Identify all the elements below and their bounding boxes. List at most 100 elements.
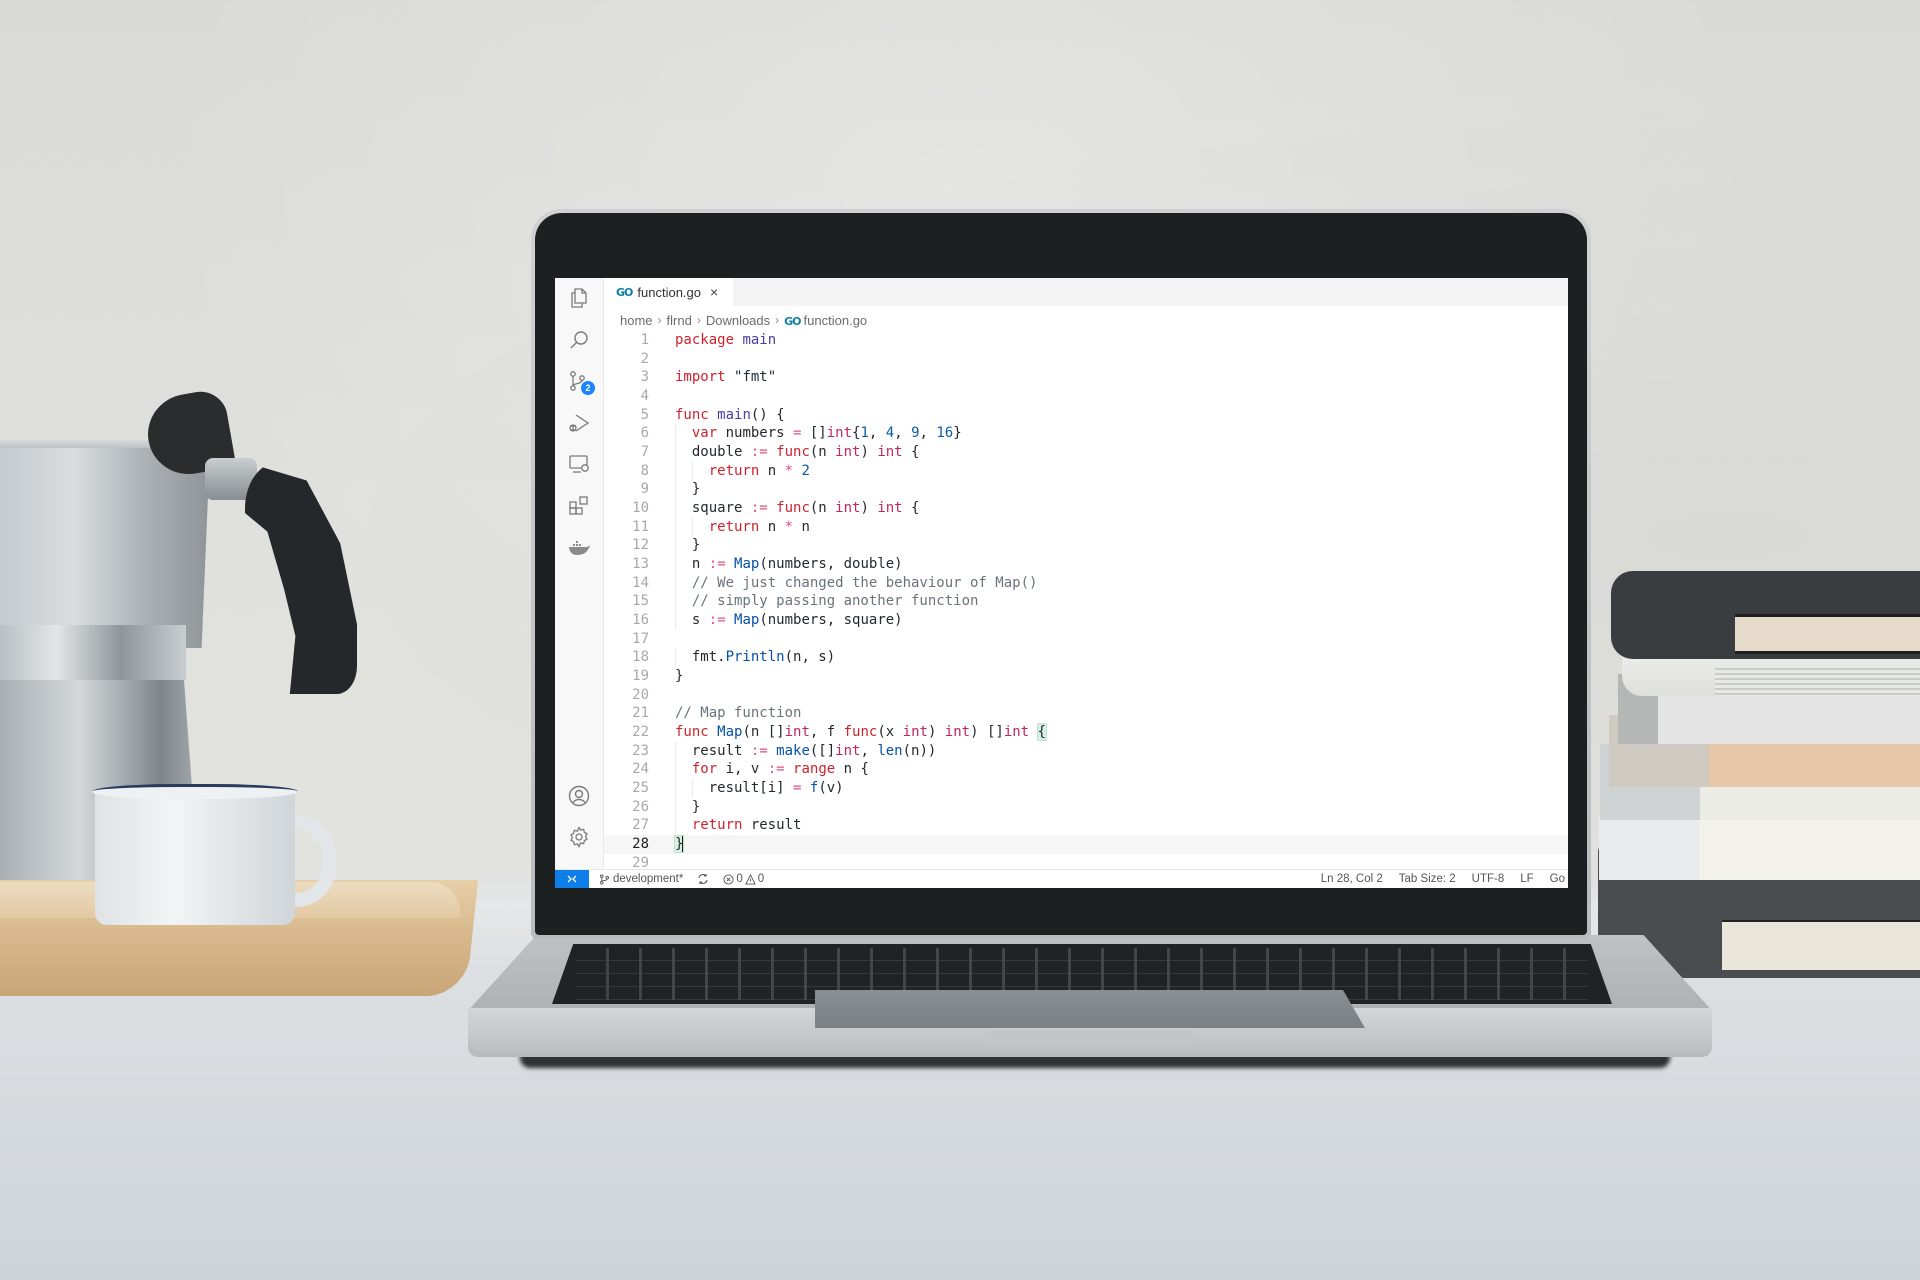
code-line[interactable]: 17 [604, 630, 1568, 649]
breadcrumb-item-downloads[interactable]: Downloads [706, 313, 770, 328]
code-line[interactable]: 10 square := func(n int) int { [604, 499, 1568, 518]
code-line[interactable]: 28} [604, 835, 1568, 854]
code-token: (numbers, square) [759, 612, 903, 629]
code-line[interactable]: 2 [604, 350, 1568, 369]
line-number: 12 [632, 537, 649, 554]
remote-indicator[interactable] [555, 870, 589, 888]
language-mode[interactable]: Go [1550, 873, 1565, 885]
files-icon[interactable] [567, 286, 591, 310]
code-line[interactable]: 18 fmt.Println(n, s) [604, 648, 1568, 668]
tab-size[interactable]: Tab Size: 2 [1399, 873, 1456, 885]
branch-indicator[interactable]: development* [599, 873, 683, 885]
breadcrumb-item-home[interactable]: home [620, 313, 653, 328]
tab-function-go[interactable]: GO function.go × [604, 278, 733, 306]
code-line[interactable]: 15 // simply passing another function [604, 592, 1568, 612]
encoding[interactable]: UTF-8 [1472, 873, 1505, 885]
code-text: return result [675, 816, 802, 835]
code-line[interactable]: 23 result := make([]int, len(n)) [604, 741, 1568, 761]
breadcrumb-item-flrnd[interactable]: flrnd [667, 313, 692, 328]
sync-button[interactable] [697, 873, 709, 885]
line-number: 6 [640, 425, 649, 442]
code-line[interactable]: 29 [604, 854, 1568, 870]
go-file-icon: GO [784, 314, 801, 328]
code-line[interactable]: 1 package main [604, 331, 1568, 350]
code-line[interactable]: 25 result[i] = f(v) [604, 779, 1568, 798]
code-line[interactable]: 13 n := Map(numbers, double) [604, 555, 1568, 574]
code-line[interactable]: 3 import "fmt" [604, 368, 1568, 387]
code-token: } [675, 481, 701, 498]
breadcrumb-item-file[interactable]: GO function.go [784, 313, 867, 328]
chevron-right-icon: › [657, 313, 662, 327]
code-token-kw: return [708, 518, 760, 535]
book-pages [1715, 668, 1920, 696]
line-number: 19 [632, 668, 649, 685]
source-control-icon[interactable]: 2 [567, 369, 595, 395]
line-number: 8 [640, 462, 649, 479]
code-token: , [860, 742, 878, 759]
tab-label: function.go [637, 284, 701, 300]
search-icon[interactable] [567, 328, 591, 352]
line-number: 25 [632, 780, 649, 797]
code-line[interactable]: 7 double := func(n int) int { [604, 443, 1568, 462]
code-token-kw: for [691, 761, 718, 778]
code-line[interactable]: 27 return result [604, 816, 1568, 836]
close-icon[interactable]: × [710, 284, 718, 300]
line-number: 18 [632, 649, 649, 666]
code-line[interactable]: 20 [604, 686, 1568, 705]
code-token-type: int [835, 742, 861, 759]
code-line[interactable]: 12 } [604, 536, 1568, 556]
code-line[interactable]: 21 // Map function [604, 704, 1568, 723]
code-token-num: 4 [885, 425, 895, 442]
code-line[interactable]: 24 for i, v := range n { [604, 760, 1568, 780]
gear-icon[interactable] [567, 825, 591, 849]
code-editor[interactable]: 1 package main 2 3 import "fmt" 4 5 func main()… [604, 330, 1568, 870]
code-text: s := Map(numbers, square) [675, 611, 903, 630]
code-token-op: := [750, 742, 768, 759]
code-line[interactable]: 6 var numbers = []int{1, 4, 9, 16} [604, 424, 1568, 443]
code-text: var numbers = []int{1, 4, 9, 16} [675, 424, 962, 443]
code-token: (n)) [902, 742, 937, 759]
line-number: 5 [640, 406, 649, 423]
line-number: 1 [640, 332, 649, 348]
code-token-cm: // Map function [675, 705, 802, 722]
run-debug-icon[interactable] [567, 411, 591, 435]
end-of-line[interactable]: LF [1520, 873, 1533, 885]
problems-indicator[interactable]: 0 0 [723, 873, 764, 885]
code-token-op: := [708, 612, 726, 629]
code-token: (n [809, 500, 836, 517]
code-text: } [673, 835, 685, 854]
code-line[interactable]: 22 func Map(n []int, f func(x int) int) [… [604, 723, 1568, 742]
code-token-kw: return [691, 817, 743, 834]
activity-bar: 2 [555, 278, 604, 870]
code-text: square := func(n int) int { [675, 499, 920, 518]
line-number: 29 [632, 854, 649, 870]
code-line[interactable]: 26 } [604, 797, 1568, 817]
code-token-kw: func [675, 724, 709, 741]
code-token-op: := [767, 761, 785, 778]
extensions-icon[interactable] [567, 494, 591, 518]
code-line[interactable]: 14 // We just changed the behaviour of M… [604, 573, 1568, 593]
code-line[interactable]: 8 return n * 2 [604, 461, 1568, 481]
code-token-type: int [835, 444, 861, 461]
code-token-cm: // simply passing another function [691, 593, 979, 610]
code-line[interactable]: 9 } [604, 480, 1568, 500]
code-line[interactable]: 16 s := Map(numbers, square) [604, 611, 1568, 630]
line-number: 20 [632, 686, 649, 703]
code-line[interactable]: 11 return n * n [604, 517, 1568, 537]
cursor-position[interactable]: Ln 28, Col 2 [1321, 873, 1383, 885]
docker-icon[interactable] [567, 535, 591, 559]
code-token-type: int [877, 500, 903, 517]
code-line[interactable]: 5 func main() { [604, 406, 1568, 425]
line-number: 16 [632, 612, 649, 629]
code-token: numbers [717, 425, 794, 442]
code-line[interactable]: 19} [604, 667, 1568, 686]
code-line[interactable]: 4 [604, 387, 1568, 406]
account-icon[interactable] [567, 784, 591, 808]
book-pages [1722, 920, 1920, 970]
code-text: func main() { [675, 406, 785, 425]
remote-explorer-icon[interactable] [567, 452, 591, 476]
error-icon [723, 873, 734, 885]
